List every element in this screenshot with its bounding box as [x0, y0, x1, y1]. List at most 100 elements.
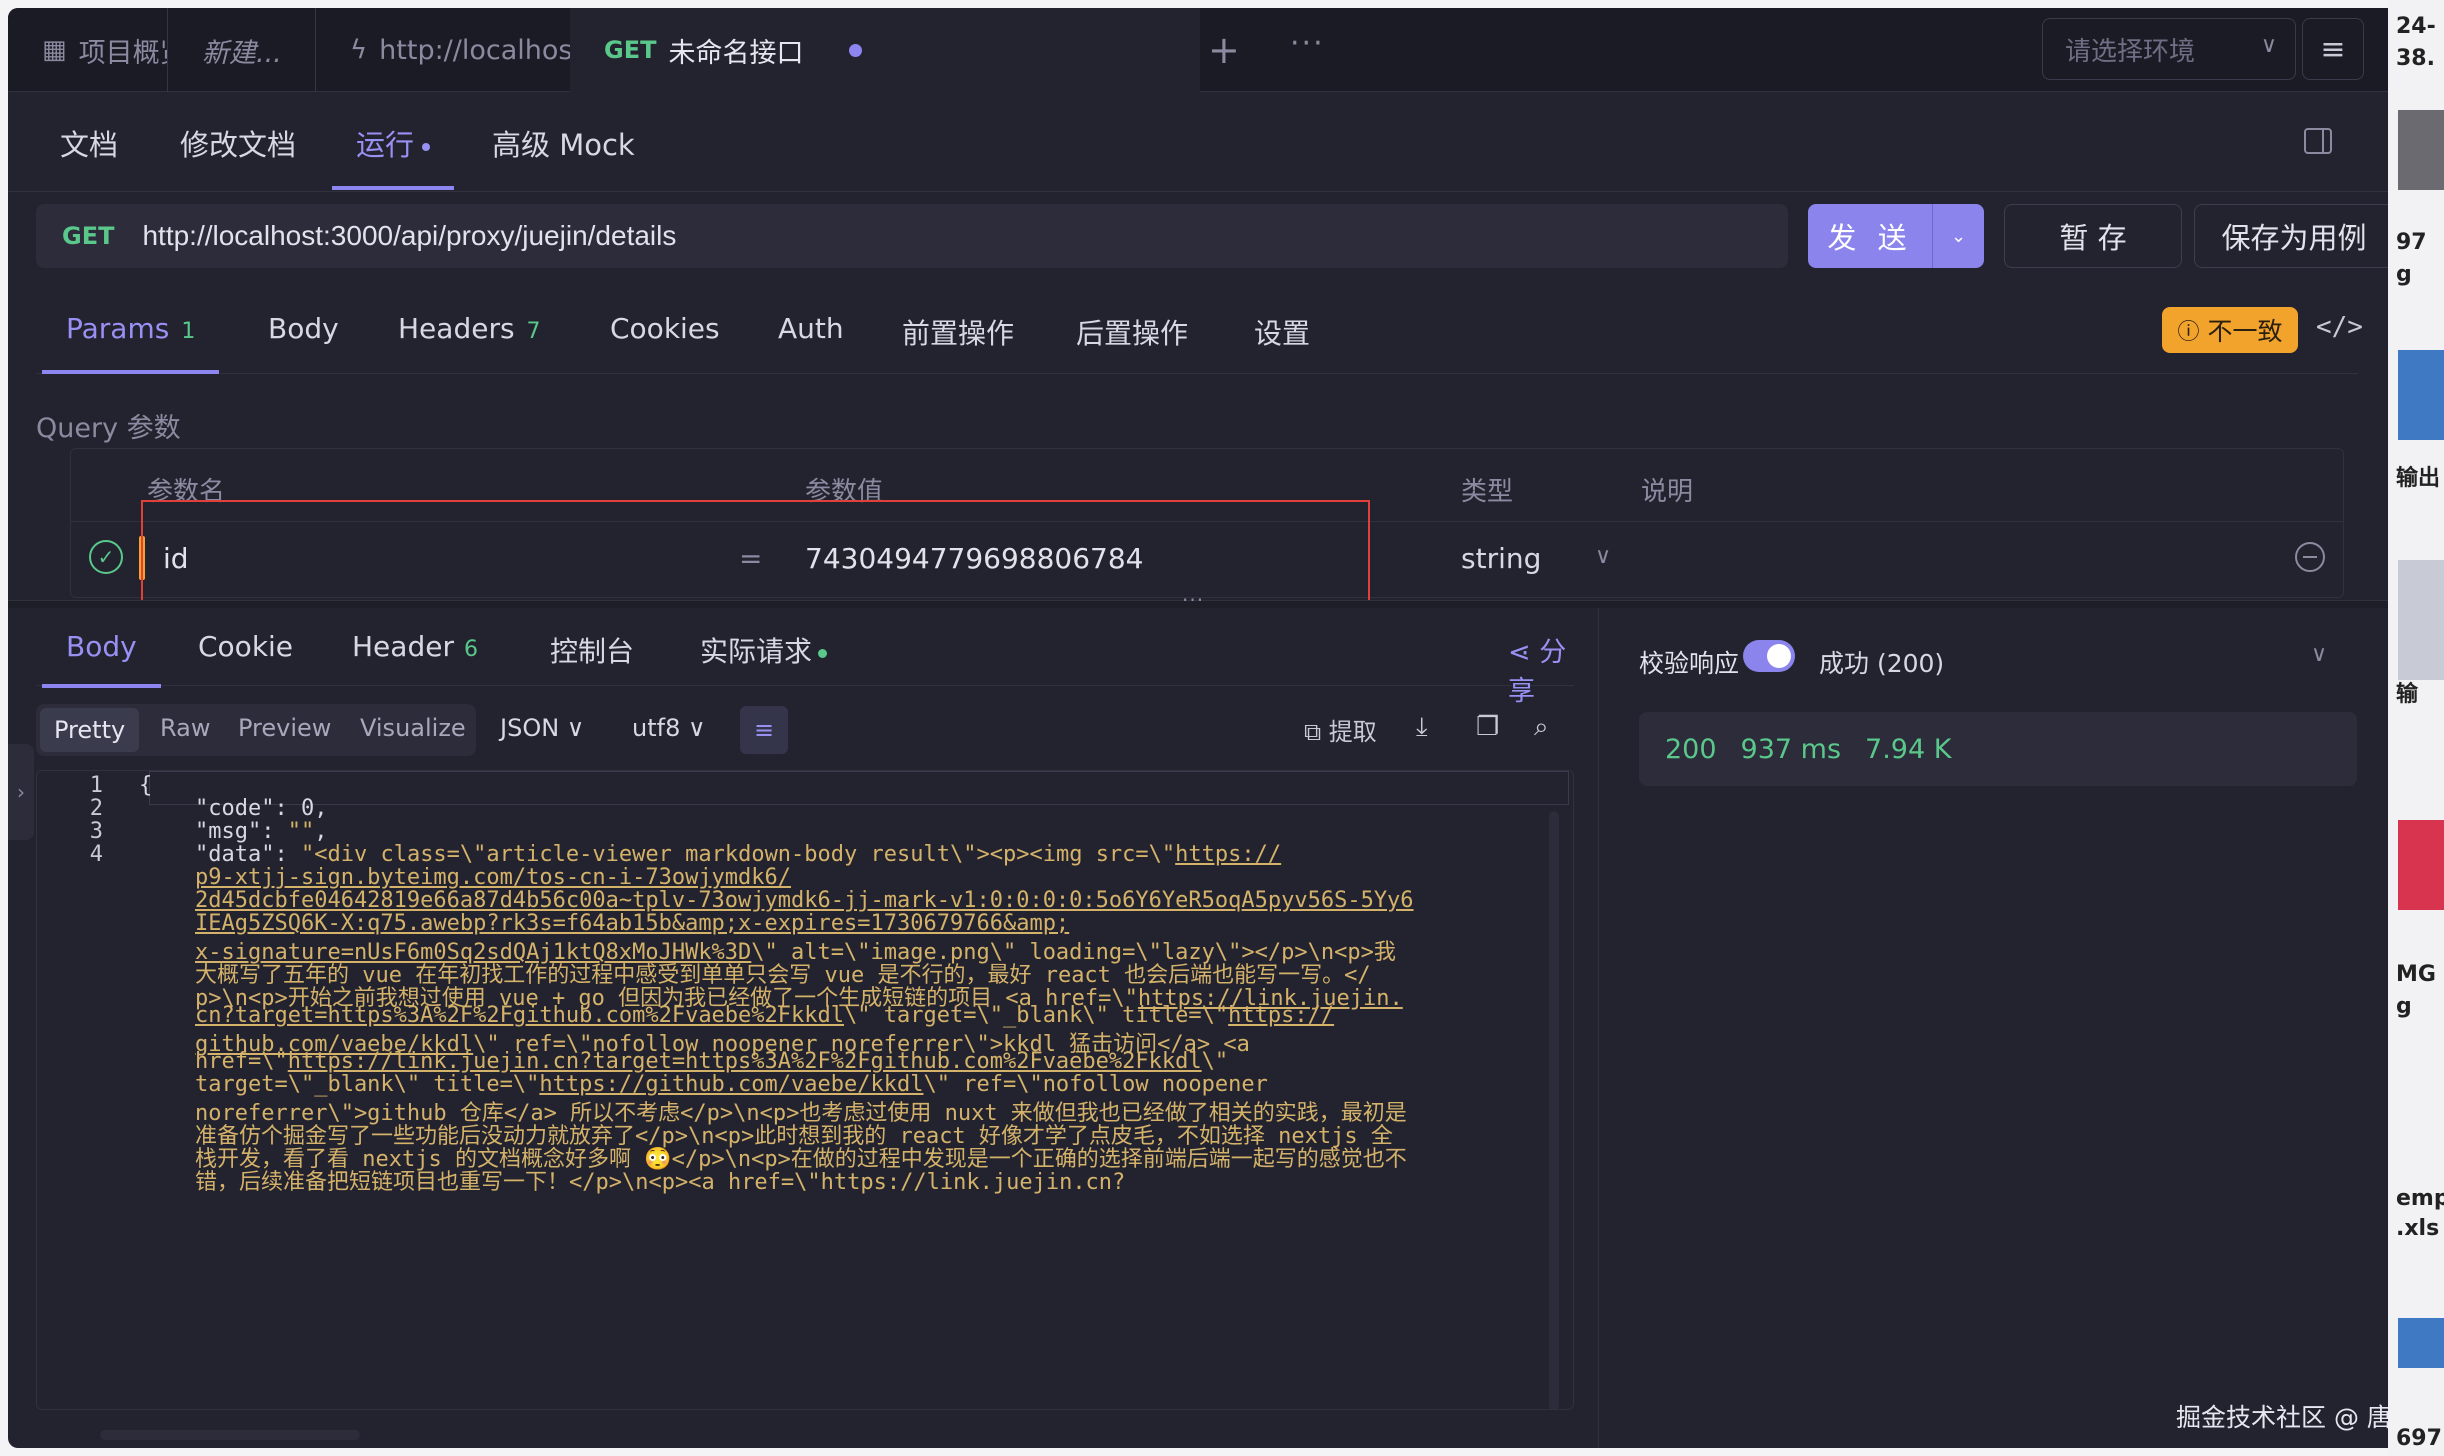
subtab-run[interactable]: 运行 [331, 122, 455, 190]
check-circle-icon[interactable]: ✓ [89, 540, 123, 574]
line-number: 1 [89, 773, 103, 798]
code-line: p9-xtjj-sign.byteimg.com/tos-cn-i-73owjy… [195, 865, 792, 890]
download-icon[interactable]: ⤓ [1416, 712, 1428, 743]
thumbnail [2398, 560, 2444, 680]
save-temp-button[interactable]: 暂 存 [2004, 204, 2182, 268]
new-tab-plus-icon[interactable]: + [1208, 28, 1240, 72]
environment-select[interactable]: 请选择环境 ∨ [2042, 18, 2296, 80]
tab-headers[interactable]: Headers 7 [398, 312, 541, 345]
code-line: 2d45dcbfe04642819e66a87d4b56c00a~tplv-73… [195, 888, 1414, 913]
view-visualize[interactable]: Visualize [360, 714, 466, 742]
api-client-window: ▦ 项目概览 新建... ϟ http://localhost:30... GE… [8, 8, 2388, 1448]
format-toolbar: Pretty Raw Preview Visualize JSON ∨ utf8… [36, 704, 1574, 756]
code-line: "msg": "", [195, 819, 328, 844]
line-number: 3 [89, 819, 103, 844]
extract-button[interactable]: ⧉ 提取 [1304, 712, 1377, 747]
tab-localhost-request[interactable]: ϟ http://localhost:30... [316, 8, 570, 92]
line-number: 2 [89, 796, 103, 821]
url-input[interactable]: http://localhost:3000/api/proxy/juejin/d… [142, 220, 676, 252]
modified-dot-icon [422, 143, 431, 151]
code-line: IEAg5ZSQ6K-X:q75.awebp?rk3s=f64ab15b&amp… [195, 911, 1070, 936]
tab-pre-script[interactable]: 前置操作 [902, 312, 1014, 352]
encoding-select[interactable]: utf8 ∨ [632, 714, 706, 742]
hamburger-menu-icon[interactable]: ≡ [2302, 18, 2364, 80]
subtab-doc[interactable]: 文档 [60, 122, 118, 164]
resp-tab-body[interactable]: Body [42, 630, 161, 688]
request-tabs: Params 1 Body Headers 7 Cookies Auth 前置操作 … [36, 290, 2363, 374]
extract-icon: ⧉ [1304, 718, 1322, 746]
horizontal-scrollbar[interactable] [100, 1430, 360, 1440]
verify-result-select[interactable]: 成功 (200) [1819, 644, 1944, 680]
tab-unnamed-endpoint[interactable]: GET 未命名接口 [570, 8, 1200, 92]
format-lang-select[interactable]: JSON ∨ [500, 714, 584, 742]
http-method[interactable]: GET [62, 222, 114, 250]
tab-settings[interactable]: 设置 [1254, 312, 1310, 352]
line-number-gutter: 1 2 3 4 [37, 771, 149, 1409]
col-header-type: 类型 [1461, 477, 1514, 507]
col-header-desc: 说明 [1641, 477, 1694, 507]
response-time: 937 ms [1740, 733, 1842, 765]
verify-response-label: 校验响应 [1639, 649, 1740, 678]
tab-body[interactable]: Body [268, 312, 339, 345]
code-line: target=\"_blank\" title=\"https://github… [195, 1072, 1268, 1097]
subtab-advanced-mock[interactable]: 高级 Mock [492, 122, 635, 164]
resp-tab-header[interactable]: Header 6 [352, 630, 478, 663]
resp-tab-console[interactable]: 控制台 [550, 630, 634, 670]
query-params-label: Query 参数 [36, 413, 181, 444]
chevron-down-icon: ∨ [687, 714, 706, 742]
response-panel: Body Cookie Header 6 控制台 实际请求 ⋖ 分享 Pretty… [8, 608, 1598, 1448]
resp-tab-actual-request[interactable]: 实际请求 [700, 630, 828, 670]
tab-cookies[interactable]: Cookies [610, 312, 720, 345]
status-dot-icon [818, 648, 828, 658]
inconsistent-badge[interactable]: ⓘ 不一致 [2162, 307, 2298, 353]
thumbnail [2398, 820, 2444, 910]
view-pretty[interactable]: Pretty [40, 708, 140, 752]
more-tabs-icon[interactable]: ··· [1290, 26, 1325, 61]
url-bar[interactable]: GET http://localhost:3000/api/proxy/juej… [36, 204, 1788, 268]
status-code: 200 [1665, 733, 1717, 765]
code-line: { [139, 773, 153, 798]
grid-icon: ▦ [42, 35, 67, 65]
tab-new[interactable]: 新建... [168, 8, 316, 92]
tab-params[interactable]: Params 1 [41, 312, 220, 374]
remove-row-icon[interactable] [2295, 542, 2325, 572]
send-dropdown-chevron-icon[interactable]: ⌄ [1932, 204, 1984, 268]
save-as-case-button[interactable]: 保存为用例 [2194, 204, 2388, 268]
doc-subtabs: 文档 修改文档 运行 高级 Mock [8, 92, 2388, 192]
tab-post-script[interactable]: 后置操作 [1076, 312, 1188, 352]
verify-response-toggle[interactable] [1743, 640, 1795, 672]
copy-icon[interactable]: ❐ [1476, 712, 1499, 742]
send-button[interactable]: 发 送 ⌄ [1808, 204, 1984, 268]
side-panel-icon[interactable] [2304, 128, 2332, 154]
param-type-select[interactable]: string [1461, 542, 1541, 575]
view-preview[interactable]: Preview [238, 714, 331, 742]
word-wrap-icon[interactable]: ≡ [740, 706, 788, 754]
chevron-down-icon: ∨ [2260, 33, 2277, 58]
line-number: 4 [89, 842, 103, 867]
chevron-down-icon: ∨ [566, 714, 585, 742]
chevron-down-icon: ∨ [1595, 544, 1612, 569]
search-icon[interactable]: ⌕ [1534, 712, 1549, 743]
response-size: 7.94 K [1865, 733, 1952, 765]
thumbnail [2398, 1318, 2444, 1368]
subtab-edit-doc[interactable]: 修改文档 [180, 122, 296, 164]
code-line: 错，后续准备把短链项目也重写一下！</p>\n<p><a href=\"http… [195, 1170, 1126, 1195]
warning-circle-icon: ⓘ [2177, 320, 2200, 345]
vertical-scrollbar[interactable] [1549, 811, 1559, 1409]
share-icon: ⋖ [1508, 637, 1531, 668]
view-raw[interactable]: Raw [160, 714, 210, 742]
response-status-summary: 200 937 ms 7.94 K [1639, 712, 2357, 786]
code-icon[interactable]: </> [2316, 312, 2363, 342]
chevron-down-icon[interactable]: ∨ [2311, 642, 2327, 667]
tab-project-overview[interactable]: ▦ 项目概览 [8, 8, 168, 92]
view-mode-segmented: Pretty Raw Preview Visualize [36, 704, 476, 756]
response-code-editor[interactable]: 1 2 3 4 { "code": 0, "msg": "", "data": … [36, 770, 1574, 1410]
code-line: cn?target=https%3A%2F%2Fgithub.com%2Fvae… [195, 1003, 1335, 1028]
tab-auth[interactable]: Auth [778, 312, 844, 345]
chevron-right-icon[interactable]: › [8, 744, 34, 840]
bolt-icon: ϟ [350, 35, 368, 65]
background-app-strip: 24- 38. 97 g 输出 输 MG g emp .xls 697 [2388, 0, 2444, 1456]
thumbnail [2398, 110, 2444, 190]
resp-tab-cookie[interactable]: Cookie [198, 630, 293, 663]
share-button[interactable]: ⋖ 分享 [1508, 630, 1574, 708]
